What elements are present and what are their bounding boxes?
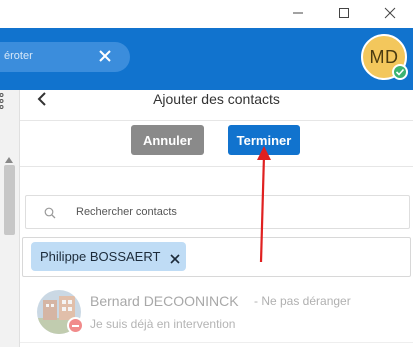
- header-search-text: éroter: [4, 50, 33, 62]
- search-contacts-input[interactable]: Rechercher contacts: [25, 195, 410, 229]
- page-title: Ajouter des contacts: [153, 91, 280, 107]
- chip-label: Philippe BOSSAERT: [40, 249, 161, 264]
- maximize-icon[interactable]: [334, 4, 354, 22]
- presence-available-icon: [392, 64, 408, 80]
- contact-name[interactable]: Bernard DECOONINCK: [90, 293, 239, 309]
- close-icon[interactable]: [380, 4, 400, 22]
- minimize-icon[interactable]: [288, 4, 308, 22]
- done-button[interactable]: Terminer: [228, 125, 300, 155]
- do-not-disturb-icon: [67, 317, 84, 334]
- header-search-field[interactable]: éroter: [0, 42, 130, 72]
- more-options-icon[interactable]: [0, 92, 6, 110]
- remove-chip-icon[interactable]: [170, 251, 180, 264]
- search-placeholder: Rechercher contacts: [76, 206, 177, 218]
- search-icon: [44, 206, 56, 219]
- scrollbar-thumb[interactable]: [4, 165, 15, 235]
- scroll-up-icon[interactable]: [5, 150, 13, 163]
- divider: [20, 342, 413, 343]
- window-titlebar: [0, 0, 413, 28]
- cancel-button[interactable]: Annuler: [131, 125, 204, 155]
- app-header: éroter MD: [0, 28, 413, 90]
- clear-search-icon[interactable]: [98, 49, 112, 63]
- contact-status-message: Je suis déjà en intervention: [90, 317, 236, 331]
- divider: [20, 166, 413, 167]
- contact-status: - Ne pas déranger: [254, 294, 351, 308]
- selected-contact-chip: Philippe BOSSAERT: [31, 242, 186, 271]
